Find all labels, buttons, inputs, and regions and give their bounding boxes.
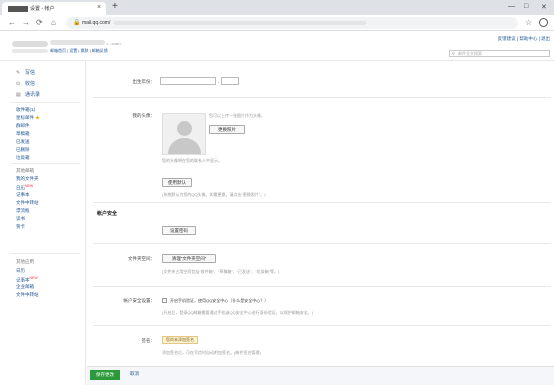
sidebar-item-notes[interactable]: 记事本 bbox=[16, 192, 30, 198]
birthday-month-input[interactable] bbox=[221, 77, 239, 85]
bookmark-star-icon[interactable]: ☆ bbox=[525, 18, 532, 27]
file-folder-note: (文件夹占用空间包括“收件箱”、“草稿箱”、“已发送”、“垃圾箱”等。) bbox=[162, 269, 280, 274]
file-folder-button[interactable]: 清理“文件夹空间” bbox=[162, 254, 216, 263]
birthday-year-input[interactable] bbox=[160, 77, 216, 85]
apps-title: 其他应用 bbox=[16, 259, 34, 264]
tab-close-icon[interactable]: × bbox=[97, 4, 101, 11]
divider bbox=[93, 243, 551, 244]
sidebar-item-reading[interactable]: 读书 bbox=[16, 216, 25, 222]
close-window-icon[interactable]: ✕ bbox=[541, 3, 547, 11]
maximize-icon[interactable]: □ bbox=[524, 3, 528, 10]
folder-inbox[interactable]: 收件箱(1) bbox=[16, 107, 35, 113]
url-input[interactable]: 🔒 mail.qq.com/ bbox=[66, 17, 518, 29]
safe-checkbox[interactable] bbox=[162, 298, 167, 303]
avatar-note: 您的头像将在您的联系人中显示。 bbox=[162, 158, 222, 163]
change-avatar-button[interactable]: 更换照片 bbox=[209, 125, 245, 134]
search-placeholder: 邮件全文搜索 bbox=[458, 51, 482, 56]
pencil-icon: ✎ bbox=[16, 70, 21, 76]
safe-checkbox-label: 开启手机验证，使用QQ安全中心（什么是安全中心？） bbox=[170, 298, 269, 303]
safe-label: 帐户安全设置： bbox=[123, 298, 156, 303]
app-transfer[interactable]: 文件中转站 bbox=[16, 292, 39, 298]
app-calendar[interactable]: 日历 bbox=[16, 268, 25, 274]
tab-favicon bbox=[8, 6, 28, 12]
sidebar-item-folders[interactable]: 我的文件夹 bbox=[16, 176, 39, 182]
divider bbox=[10, 253, 80, 254]
search-icon: ⚲ bbox=[452, 51, 455, 56]
folder-sent[interactable]: 已发送 bbox=[16, 139, 30, 145]
settings-panel: 出生年份： - 我的头像： 您可以上传一张图片作为头像。 更换照片 您的头像将在… bbox=[87, 61, 554, 385]
url-text: mail.qq.com/ bbox=[82, 20, 111, 26]
contacts-link[interactable]: ▤ 通讯录 bbox=[16, 91, 40, 98]
new-badge: NEW bbox=[25, 184, 34, 188]
new-badge: NEW bbox=[29, 276, 38, 280]
sidebar: ✎ 写信 ⊙ 收信 ▤ 通讯录 收件箱(1) 星标邮件 ★ 群邮件 草稿箱 已发送 已… bbox=[0, 61, 86, 385]
divider bbox=[93, 97, 551, 98]
divider bbox=[93, 202, 551, 203]
address-bar: ← → ⟳ ⌂ 🔒 mail.qq.com/ ☆ bbox=[0, 15, 554, 31]
sidebar-item-bottle[interactable]: 漂流瓶 bbox=[16, 208, 30, 214]
file-folder-label: 文件夹空间： bbox=[128, 256, 155, 261]
security-button[interactable]: 设置密码 bbox=[162, 226, 196, 235]
bottom-action-bar bbox=[87, 366, 554, 385]
birthday-label: 出生年份： bbox=[132, 79, 156, 84]
header-links[interactable]: 邮箱首页 | 设置 | 换肤 | 邮箱反馈 bbox=[50, 48, 108, 54]
app-notes[interactable]: 记事本NEW bbox=[16, 276, 38, 284]
signature-label: 签名： bbox=[141, 338, 156, 343]
safe-note: (开启后，登录QQ邮箱需要通过手机或QQ安全中心进行身份验证，以保护邮箱安全。) bbox=[162, 310, 314, 315]
other-mailbox-title: 其他邮箱 bbox=[16, 168, 34, 173]
signature-note: 添加签名后，可在写信时自动附加签名。(邮件签名管理) bbox=[162, 350, 261, 355]
sidebar-item-cards[interactable]: 贺卡 bbox=[16, 224, 25, 230]
folder-spam[interactable]: 垃圾箱 bbox=[16, 155, 30, 161]
tab-title: 设置 - 帐户 bbox=[30, 6, 55, 12]
sidebar-item-calendar[interactable]: 日历NEW bbox=[16, 184, 33, 192]
folder-deleted[interactable]: 已删除 bbox=[16, 147, 30, 153]
folder-group[interactable]: 群邮件 bbox=[16, 123, 30, 129]
app-enterprise[interactable]: 企业邮箱 bbox=[16, 284, 34, 290]
minimize-icon[interactable]: — bbox=[508, 3, 515, 10]
divider bbox=[93, 286, 551, 287]
avatar-label: 我的头像： bbox=[132, 113, 156, 118]
lock-icon: 🔒 bbox=[73, 20, 81, 26]
folder-starred[interactable]: 星标邮件 ★ bbox=[16, 115, 40, 121]
compose-link[interactable]: ✎ 写信 bbox=[16, 69, 35, 76]
home-icon[interactable]: ⌂ bbox=[51, 18, 56, 27]
avatar-placeholder bbox=[162, 113, 206, 155]
header-right-links[interactable]: 反馈建议 | 帮助中心 | 退出 bbox=[498, 36, 550, 42]
browser-tabbar: 设置 - 帐户 × + — □ ✕ bbox=[0, 0, 554, 15]
new-tab-button[interactable]: + bbox=[112, 1, 118, 12]
folder-drafts[interactable]: 草稿箱 bbox=[16, 131, 30, 137]
receive-link[interactable]: ⊙ 收信 bbox=[16, 80, 35, 87]
save-button[interactable]: 保存更改 bbox=[90, 370, 120, 380]
default-avatar-note: (系统默认为您的QQ头像。如需更换，请点击“更换照片”。) bbox=[162, 192, 266, 197]
divider bbox=[93, 325, 551, 326]
account-security-title: 帐户安全 bbox=[97, 211, 118, 217]
divider bbox=[10, 163, 80, 164]
address-blurred bbox=[12, 49, 48, 53]
email-address: <...com> bbox=[106, 41, 122, 46]
contacts-icon: ▤ bbox=[16, 92, 21, 98]
logo-blurred bbox=[12, 41, 48, 47]
avatar-head bbox=[177, 121, 192, 136]
mail-search-input[interactable]: ⚲ 邮件全文搜索 bbox=[449, 50, 550, 57]
username-blurred bbox=[50, 40, 105, 45]
mail-header: <...com> 邮箱首页 | 设置 | 换肤 | 邮箱反馈 反馈建议 | 帮助… bbox=[0, 31, 554, 61]
avatar-body bbox=[168, 138, 201, 154]
account-icon[interactable] bbox=[539, 18, 548, 27]
receive-icon: ⊙ bbox=[16, 81, 21, 87]
reload-icon[interactable]: ⟳ bbox=[36, 18, 43, 27]
divider bbox=[10, 102, 80, 103]
default-avatar-button[interactable]: 使用默认 bbox=[162, 178, 192, 187]
back-icon[interactable]: ← bbox=[8, 18, 16, 27]
url-blurred bbox=[114, 21, 366, 25]
sidebar-item-transfer[interactable]: 文件中转站 bbox=[16, 200, 39, 206]
avatar-hint: 您可以上传一张图片作为头像。 bbox=[209, 113, 265, 118]
signature-tag[interactable]: 您尚未添加签名 bbox=[162, 336, 198, 344]
date-dash: - bbox=[218, 79, 220, 84]
cancel-link[interactable]: 取消 bbox=[130, 371, 139, 377]
star-icon: ★ bbox=[35, 115, 40, 120]
forward-icon[interactable]: → bbox=[22, 18, 30, 27]
browser-tab[interactable]: 设置 - 帐户 × bbox=[2, 2, 106, 15]
